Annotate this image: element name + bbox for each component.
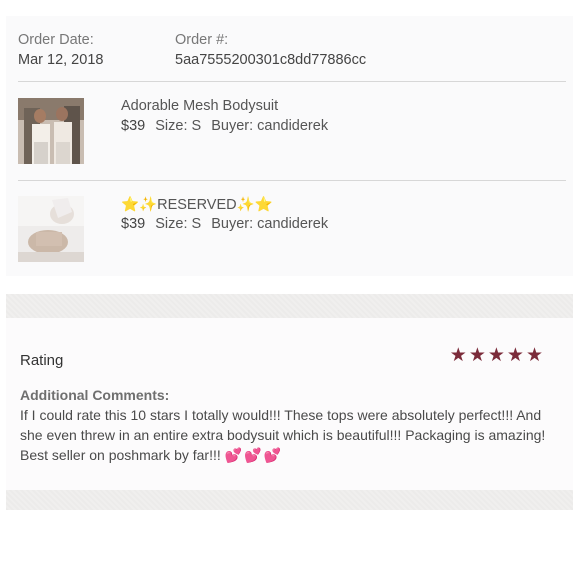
star-icon: ★: [506, 345, 524, 366]
star-icon: ★: [449, 345, 467, 366]
review-card: Rating ★ ★ ★ ★ ★ Additional Comments: If I c…: [6, 318, 573, 490]
star-sparkle-icon: ⭐️✨: [121, 197, 158, 213]
rating-label: Rating: [20, 352, 64, 369]
star-icon: ★: [468, 345, 486, 366]
comments-heading: Additional Comments:: [20, 387, 170, 403]
order-item[interactable]: Adorable Mesh Bodysuit $39 Size: S Buyer…: [18, 98, 566, 166]
divider: [18, 81, 566, 82]
item-size: Size: S: [155, 118, 202, 134]
item-size: Size: S: [155, 216, 202, 232]
section-separator: [6, 294, 573, 318]
item-title[interactable]: Adorable Mesh Bodysuit: [121, 98, 278, 114]
order-number-value: 5aa7555200301c8dd77886cc: [175, 52, 367, 68]
item-price: $39: [121, 216, 146, 232]
order-date-value: Mar 12, 2018: [18, 52, 104, 68]
divider: [18, 180, 566, 181]
order-number-label: Order #:: [175, 32, 229, 48]
comments-body: If I could rate this 10 stars I totally …: [20, 405, 556, 465]
item-title[interactable]: ⭐️✨RESERVED✨⭐️: [121, 196, 273, 213]
item-price: $39: [121, 118, 146, 134]
item-thumbnail[interactable]: [18, 98, 84, 164]
item-thumbnail[interactable]: [18, 196, 84, 262]
item-details: $39 Size: S Buyer: candiderek: [121, 216, 328, 232]
item-buyer: Buyer: candiderek: [211, 216, 329, 232]
sparkle-star-icon: ✨⭐️: [236, 197, 273, 213]
hearts-icon: 💕💕💕: [224, 447, 283, 463]
order-date: Order Date: Mar 12, 2018: [18, 30, 103, 70]
star-rating: ★ ★ ★ ★ ★: [450, 346, 543, 365]
order-number: Order #: 5aa7555200301c8dd77886cc: [175, 30, 366, 70]
star-icon: ★: [525, 345, 543, 366]
section-separator: [6, 490, 573, 510]
item-buyer: Buyer: candiderek: [211, 118, 329, 134]
order-summary-card: Order Date: Mar 12, 2018 Order #: 5aa755…: [6, 16, 573, 276]
order-date-label: Order Date:: [18, 32, 94, 48]
star-icon: ★: [487, 345, 505, 366]
item-title-text: RESERVED: [157, 197, 237, 213]
order-item[interactable]: ⭐️✨RESERVED✨⭐️ $39 Size: S Buyer: candid…: [18, 196, 566, 264]
item-details: $39 Size: S Buyer: candiderek: [121, 118, 328, 134]
